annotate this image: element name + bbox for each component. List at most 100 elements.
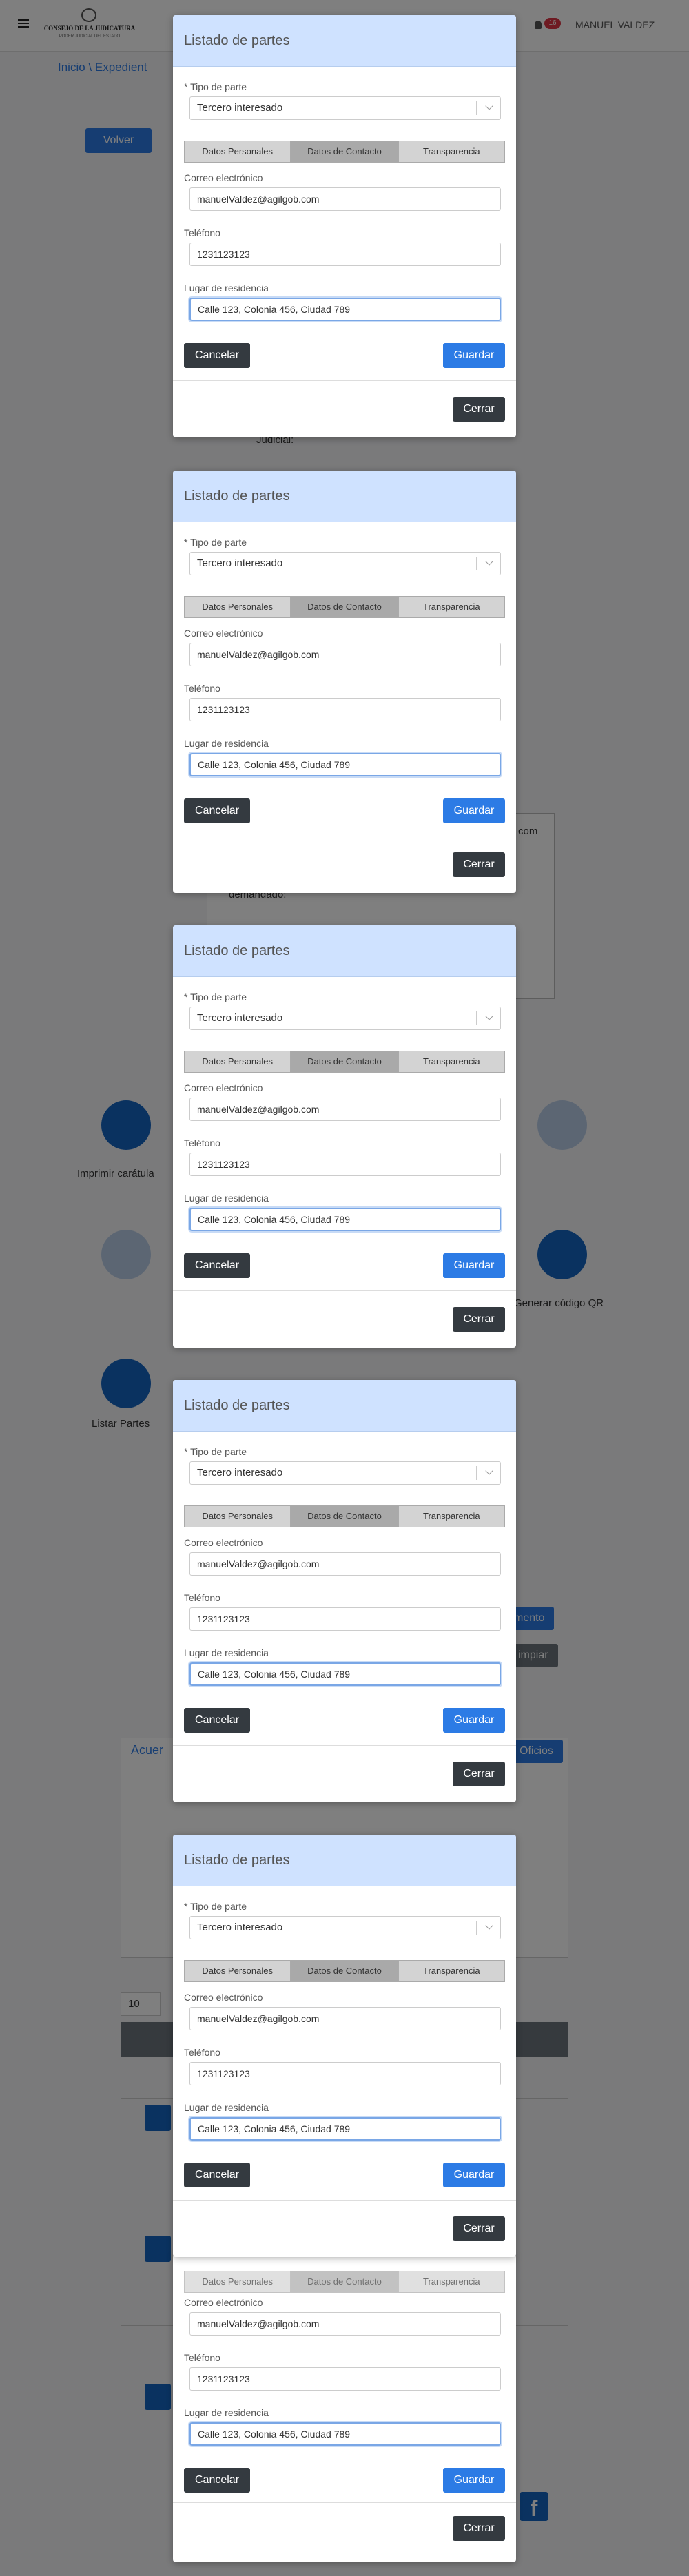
phone-field[interactable]: 1231123123	[189, 243, 501, 266]
modal-footer-divider	[173, 1745, 516, 1746]
email-label: Correo electrónico	[184, 1082, 263, 1093]
phone-field[interactable]: 1231123123	[189, 2062, 501, 2085]
tipo-parte-label: * Tipo de parte	[184, 1901, 247, 1912]
address-field[interactable]: Calle 123, Colonia 456, Ciudad 789	[189, 1662, 501, 1686]
select-divider	[476, 1466, 477, 1480]
tab-transparencia[interactable]: Transparencia	[398, 596, 505, 618]
chevron-down-icon[interactable]	[485, 1921, 493, 1930]
address-label: Lugar de residencia	[184, 1647, 269, 1658]
email-label: Correo electrónico	[184, 1992, 263, 2003]
save-button[interactable]: Guardar	[443, 1708, 505, 1733]
close-button[interactable]: Cerrar	[453, 852, 505, 877]
select-divider	[476, 1921, 477, 1935]
listado-partes-modal-4: Listado de partes * Tipo de parte Tercer…	[173, 1380, 516, 1802]
tab-datos-contacto[interactable]: Datos de Contacto	[291, 1505, 398, 1527]
close-button[interactable]: Cerrar	[453, 1307, 505, 1332]
address-field[interactable]: Calle 123, Colonia 456, Ciudad 789	[189, 2117, 501, 2141]
chevron-down-icon[interactable]	[485, 1467, 493, 1475]
tab-datos-contacto[interactable]: Datos de Contacto	[291, 596, 398, 618]
modal-footer-divider	[173, 380, 516, 381]
address-label: Lugar de residencia	[184, 1193, 269, 1204]
form-tabs: Datos Personales Datos de Contacto Trans…	[184, 2271, 505, 2293]
close-button[interactable]: Cerrar	[453, 2516, 505, 2541]
modal-title: Listado de partes	[184, 943, 290, 958]
email-label: Correo electrónico	[184, 2297, 263, 2308]
tipo-parte-select[interactable]: Tercero interesado	[189, 552, 501, 575]
chevron-down-icon[interactable]	[485, 102, 493, 110]
modal-header: Listado de partes	[173, 15, 516, 67]
tab-datos-contacto[interactable]: Datos de Contacto	[291, 2271, 398, 2293]
modal-header: Listado de partes	[173, 471, 516, 522]
modal-header: Listado de partes	[173, 1835, 516, 1886]
email-label: Correo electrónico	[184, 1537, 263, 1548]
listado-partes-modal-2: Listado de partes * Tipo de parte Tercer…	[173, 471, 516, 893]
close-button[interactable]: Cerrar	[453, 1762, 505, 1786]
modal-title: Listado de partes	[184, 33, 290, 48]
tab-datos-personales[interactable]: Datos Personales	[184, 1051, 291, 1073]
phone-field[interactable]: 1231123123	[189, 1607, 501, 1631]
address-field[interactable]: Calle 123, Colonia 456, Ciudad 789	[189, 1208, 501, 1231]
save-button[interactable]: Guardar	[443, 2163, 505, 2187]
address-field[interactable]: Calle 123, Colonia 456, Ciudad 789	[189, 2422, 501, 2446]
email-field[interactable]: manuelValdez@agilgob.com	[189, 2007, 501, 2030]
close-button[interactable]: Cerrar	[453, 397, 505, 422]
modal-header: Listado de partes	[173, 925, 516, 977]
email-field[interactable]: manuelValdez@agilgob.com	[189, 643, 501, 666]
tab-transparencia[interactable]: Transparencia	[398, 2271, 505, 2293]
tipo-parte-label: * Tipo de parte	[184, 81, 247, 92]
phone-label: Teléfono	[184, 683, 220, 694]
listado-partes-modal-5: Listado de partes * Tipo de parte Tercer…	[173, 1835, 516, 2257]
address-label: Lugar de residencia	[184, 282, 269, 293]
cancel-button[interactable]: Cancelar	[184, 343, 250, 368]
cancel-button[interactable]: Cancelar	[184, 1253, 250, 1278]
address-field[interactable]: Calle 123, Colonia 456, Ciudad 789	[189, 298, 501, 321]
tipo-parte-select[interactable]: Tercero interesado	[189, 1461, 501, 1485]
cancel-button[interactable]: Cancelar	[184, 2163, 250, 2187]
address-field[interactable]: Calle 123, Colonia 456, Ciudad 789	[189, 753, 501, 776]
save-button[interactable]: Guardar	[443, 2468, 505, 2493]
email-field[interactable]: manuelValdez@agilgob.com	[189, 1098, 501, 1121]
save-button[interactable]: Guardar	[443, 343, 505, 368]
modal-footer-divider	[173, 2502, 516, 2503]
cancel-button[interactable]: Cancelar	[184, 1708, 250, 1733]
tab-datos-contacto[interactable]: Datos de Contacto	[291, 141, 398, 163]
tab-transparencia[interactable]: Transparencia	[398, 1505, 505, 1527]
cancel-button[interactable]: Cancelar	[184, 798, 250, 823]
email-field[interactable]: manuelValdez@agilgob.com	[189, 187, 501, 211]
tab-transparencia[interactable]: Transparencia	[398, 141, 505, 163]
phone-label: Teléfono	[184, 227, 220, 238]
listado-partes-modal-3: Listado de partes * Tipo de parte Tercer…	[173, 925, 516, 1348]
chevron-down-icon[interactable]	[485, 557, 493, 566]
cancel-button[interactable]: Cancelar	[184, 2468, 250, 2493]
tipo-parte-select[interactable]: Tercero interesado	[189, 1007, 501, 1030]
email-field[interactable]: manuelValdez@agilgob.com	[189, 1552, 501, 1576]
tab-datos-personales[interactable]: Datos Personales	[184, 141, 291, 163]
tipo-parte-select[interactable]: Tercero interesado	[189, 96, 501, 120]
phone-field[interactable]: 1231123123	[189, 1153, 501, 1176]
phone-field[interactable]: 1231123123	[189, 2367, 501, 2391]
phone-label: Teléfono	[184, 1137, 220, 1148]
save-button[interactable]: Guardar	[443, 798, 505, 823]
tab-transparencia[interactable]: Transparencia	[398, 1960, 505, 1982]
tab-datos-personales[interactable]: Datos Personales	[184, 1960, 291, 1982]
modal-partial: Datos Personales Datos de Contacto Trans…	[173, 2254, 516, 2562]
chevron-down-icon[interactable]	[485, 1012, 493, 1020]
phone-field[interactable]: 1231123123	[189, 698, 501, 721]
close-button[interactable]: Cerrar	[453, 2216, 505, 2241]
tab-datos-personales[interactable]: Datos Personales	[184, 1505, 291, 1527]
tab-transparencia[interactable]: Transparencia	[398, 1051, 505, 1073]
phone-label: Teléfono	[184, 2047, 220, 2058]
tab-datos-personales[interactable]: Datos Personales	[184, 2271, 291, 2293]
save-button[interactable]: Guardar	[443, 1253, 505, 1278]
address-label: Lugar de residencia	[184, 2102, 269, 2113]
form-tabs: Datos Personales Datos de Contacto Trans…	[184, 1505, 505, 1527]
tab-datos-contacto[interactable]: Datos de Contacto	[291, 1960, 398, 1982]
email-field[interactable]: manuelValdez@agilgob.com	[189, 2312, 501, 2336]
tab-datos-contacto[interactable]: Datos de Contacto	[291, 1051, 398, 1073]
form-tabs: Datos Personales Datos de Contacto Trans…	[184, 596, 505, 618]
phone-label: Teléfono	[184, 1592, 220, 1603]
tab-datos-personales[interactable]: Datos Personales	[184, 596, 291, 618]
modal-footer-divider	[173, 2200, 516, 2201]
tipo-parte-select[interactable]: Tercero interesado	[189, 1916, 501, 1939]
modal-title: Listado de partes	[184, 1398, 290, 1413]
